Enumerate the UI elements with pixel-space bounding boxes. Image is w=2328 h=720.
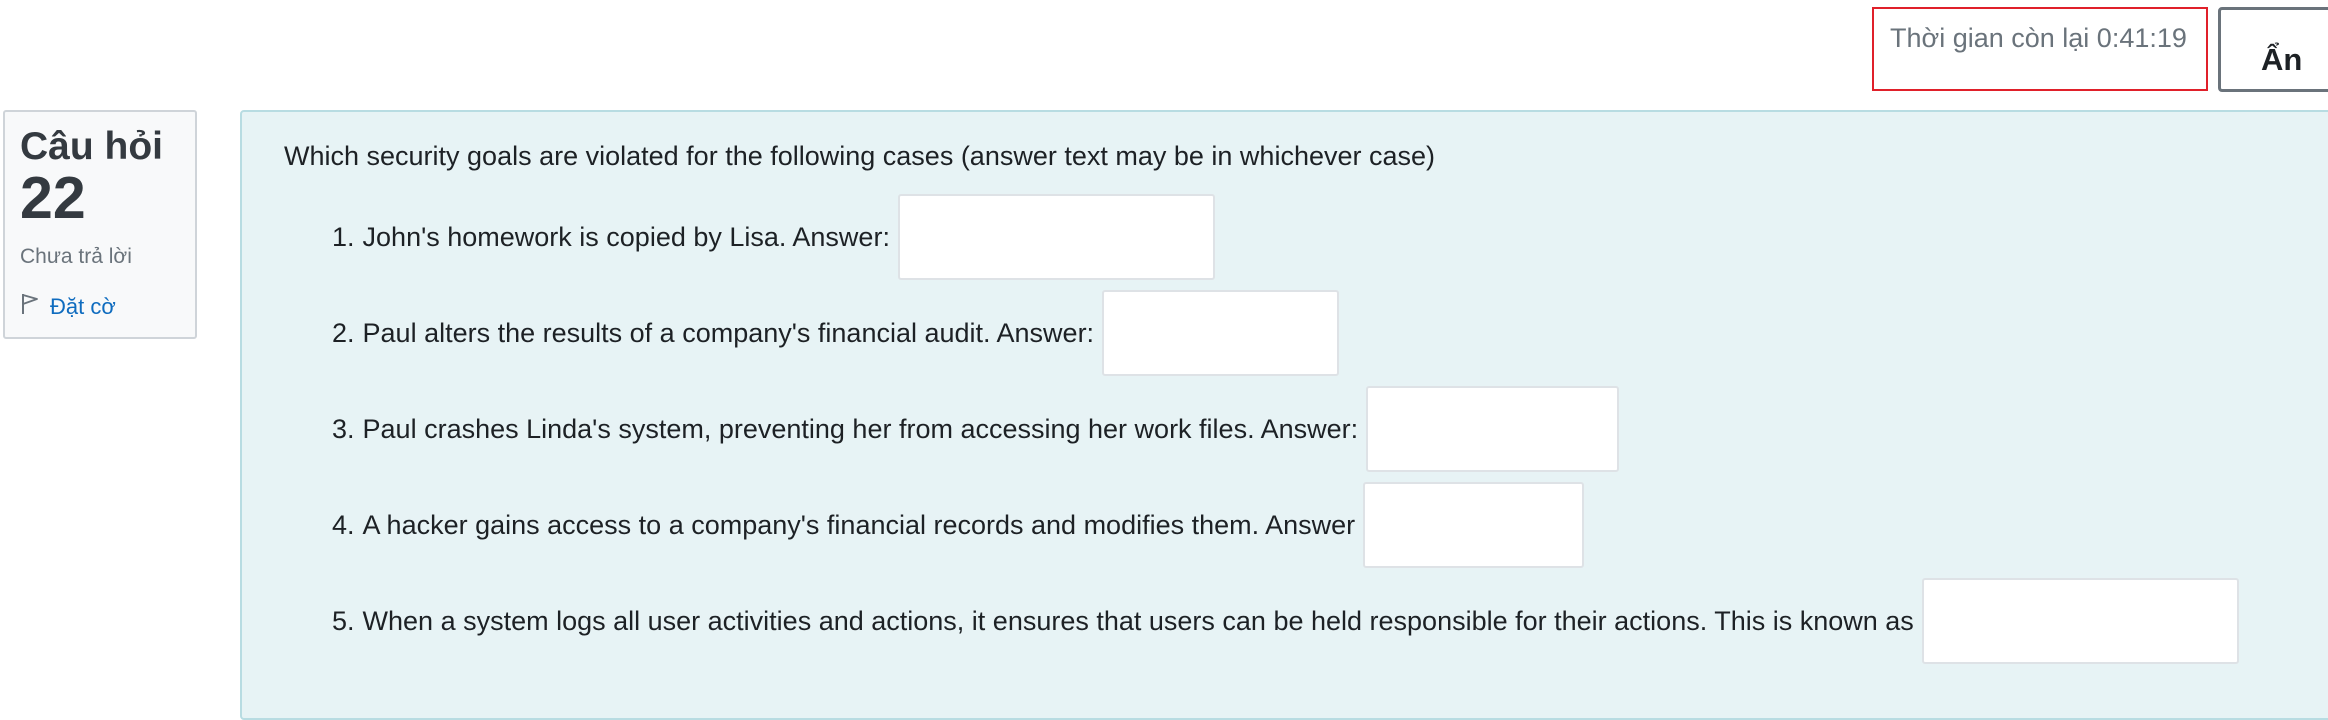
time-remaining: Thời gian còn lại 0:41:19 xyxy=(1872,7,2208,91)
question-state: Chưa trả lời xyxy=(20,245,132,268)
item-text: John's homework is copied by Lisa. Answe… xyxy=(362,221,890,252)
question-content: Which security goals are violated for th… xyxy=(240,110,2328,720)
item-number: 2. xyxy=(332,317,355,348)
question-info-panel: Câu hỏi 22 Chưa trả lời Đặt cờ xyxy=(3,110,197,339)
answer-input-1[interactable] xyxy=(897,194,1215,280)
answer-item-1: 1. John's homework is copied by Lisa. An… xyxy=(332,194,1215,280)
question-prompt: Which security goals are violated for th… xyxy=(284,141,1436,171)
item-text: When a system logs all user activities a… xyxy=(362,605,1914,636)
flag-icon xyxy=(20,293,50,321)
answer-item-3: 3. Paul crashes Linda's system, preventi… xyxy=(332,386,1620,472)
hide-timer-button[interactable]: Ẩn xyxy=(2218,7,2328,92)
flag-question-label: Đặt cờ xyxy=(50,294,116,319)
flag-question-link[interactable]: Đặt cờ xyxy=(20,293,195,321)
answer-input-3[interactable] xyxy=(1366,386,1620,472)
answer-input-2[interactable] xyxy=(1102,290,1340,376)
item-number: 3. xyxy=(332,413,355,444)
question-number: 22 xyxy=(20,165,86,231)
answer-item-2: 2. Paul alters the results of a company'… xyxy=(332,290,1340,376)
question-label: Câu hỏi xyxy=(20,125,163,168)
answer-item-4: 4. A hacker gains access to a company's … xyxy=(332,482,1585,568)
answer-input-4[interactable] xyxy=(1363,482,1585,568)
item-number: 5. xyxy=(332,605,355,636)
answer-item-5: 5. When a system logs all user activitie… xyxy=(332,578,2239,664)
item-text: A hacker gains access to a company's fin… xyxy=(362,509,1356,540)
item-number: 4. xyxy=(332,509,355,540)
time-remaining-label: Thời gian còn lại 0:41:19 xyxy=(1890,23,2187,53)
item-text: Paul crashes Linda's system, preventing … xyxy=(362,413,1359,444)
item-text: Paul alters the results of a company's f… xyxy=(362,317,1095,348)
answer-input-5[interactable] xyxy=(1921,578,2239,664)
item-number: 1. xyxy=(332,221,355,252)
